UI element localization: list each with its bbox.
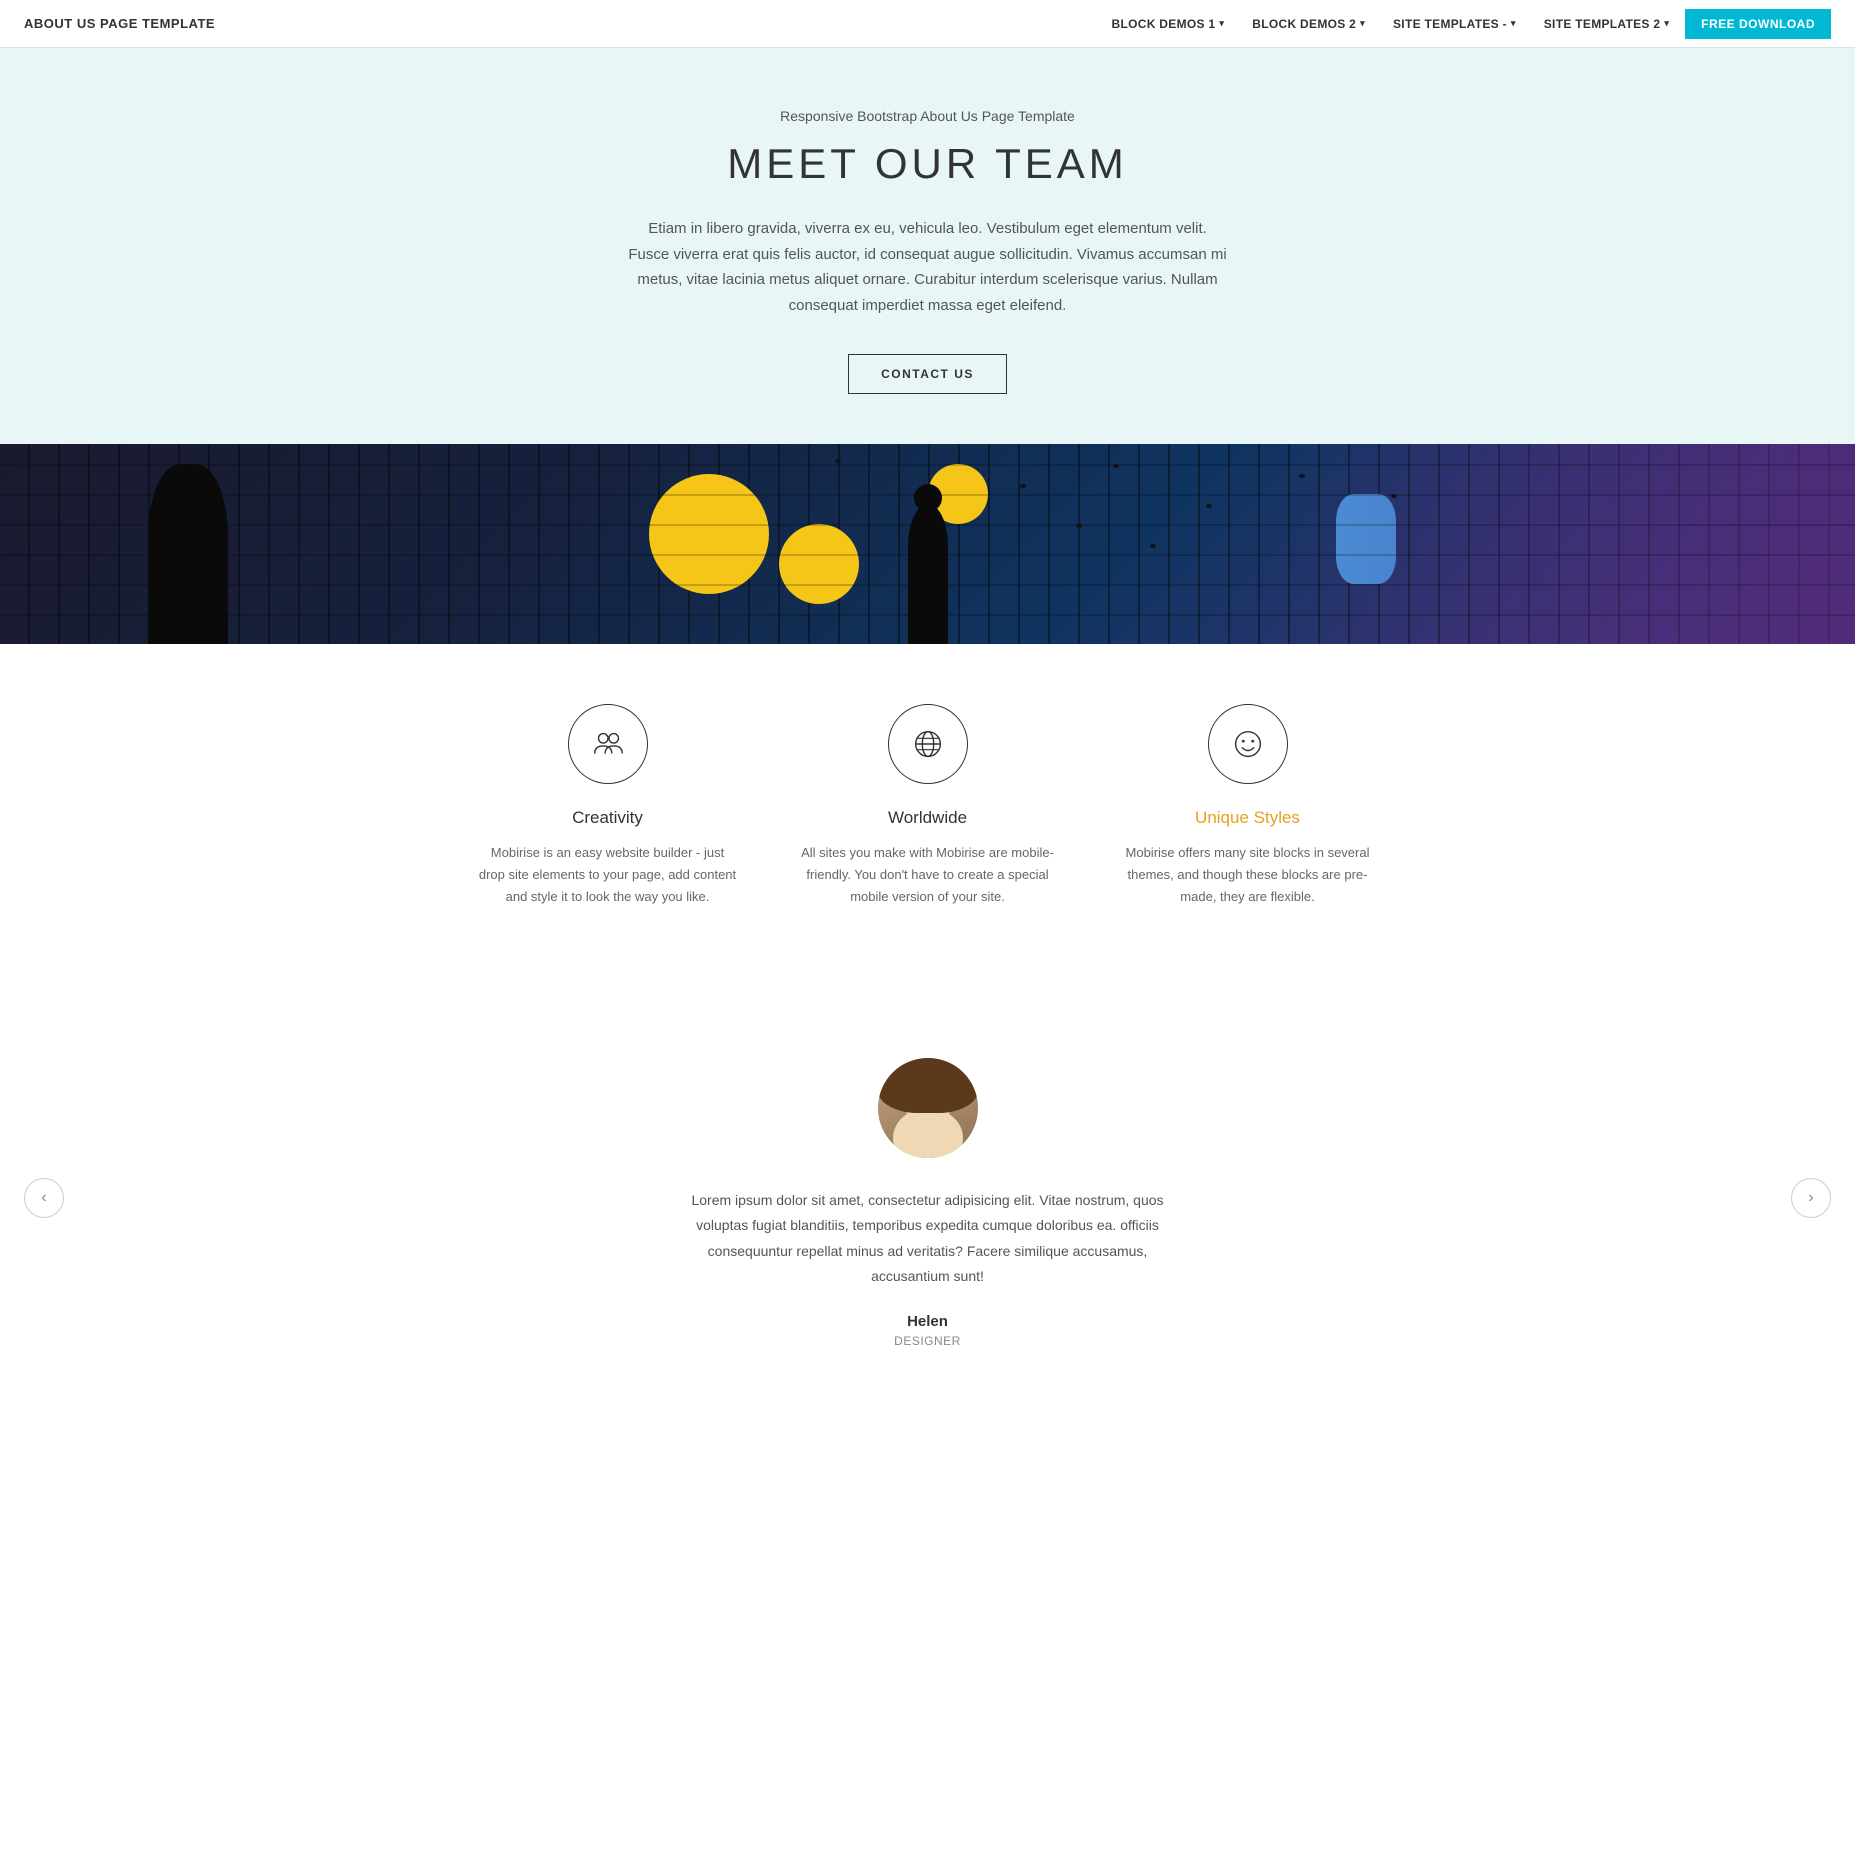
- unique-styles-description: Mobirise offers many site blocks in seve…: [1118, 842, 1378, 908]
- blob-yellow-1: [649, 474, 769, 594]
- nav-site-templates-2[interactable]: SITE TEMPLATES 2 ▾: [1532, 0, 1681, 48]
- testimonial-avatar: [878, 1058, 978, 1158]
- nav-block-demos-1[interactable]: BLOCK DEMOS 1 ▾: [1100, 0, 1237, 48]
- avatar-art: [878, 1058, 978, 1158]
- hero-description: Etiam in libero gravida, viverra ex eu, …: [628, 216, 1228, 318]
- navbar-brand: ABOUT US PAGE TEMPLATE: [24, 16, 215, 31]
- testimonial-next-button[interactable]: ›: [1791, 1178, 1831, 1218]
- creativity-title: Creativity: [478, 808, 738, 828]
- scatter-dot: [1391, 494, 1397, 498]
- purple-tint: [1299, 444, 1855, 644]
- creativity-description: Mobirise is an easy website builder - ju…: [478, 842, 738, 908]
- creativity-icon-container: [568, 704, 648, 784]
- scatter-dot: [1020, 484, 1026, 488]
- testimonial-prev-button[interactable]: ‹: [24, 1178, 64, 1218]
- worldwide-description: All sites you make with Mobirise are mob…: [798, 842, 1058, 908]
- scatter-dot: [1206, 504, 1212, 508]
- feature-worldwide: Worldwide All sites you make with Mobiri…: [798, 704, 1058, 908]
- nav-block-demos-2[interactable]: BLOCK DEMOS 2 ▾: [1240, 0, 1377, 48]
- caret-icon: ▾: [1360, 18, 1365, 29]
- caret-icon: ▾: [1511, 18, 1516, 29]
- caret-icon: ▾: [1664, 18, 1669, 29]
- free-download-button[interactable]: FREE DOWNLOAD: [1685, 9, 1831, 39]
- scatter-dot: [1150, 544, 1156, 548]
- features-grid: Creativity Mobirise is an easy website b…: [478, 704, 1378, 908]
- navbar: ABOUT US PAGE TEMPLATE BLOCK DEMOS 1 ▾ B…: [0, 0, 1855, 48]
- banner-art: [0, 444, 1855, 644]
- smiley-icon: [1229, 725, 1267, 763]
- features-section: Creativity Mobirise is an easy website b…: [0, 644, 1855, 978]
- creativity-icon: [589, 725, 627, 763]
- blob-blue-1: [1336, 494, 1396, 584]
- scatter-dot: [1076, 524, 1082, 528]
- blob-yellow-2: [779, 524, 859, 604]
- silhouette-center: [908, 504, 948, 644]
- unique-styles-title: Unique Styles: [1118, 808, 1378, 828]
- worldwide-icon-container: [888, 704, 968, 784]
- silhouette-left: [148, 464, 228, 644]
- scatter-dot: [835, 459, 841, 463]
- avatar-hair: [878, 1058, 978, 1113]
- testimonial-name: Helen: [20, 1313, 1835, 1330]
- caret-icon: ▾: [1219, 18, 1224, 29]
- navbar-nav: BLOCK DEMOS 1 ▾ BLOCK DEMOS 2 ▾ SITE TEM…: [1100, 0, 1832, 48]
- testimonial-section: Lorem ipsum dolor sit amet, consectetur …: [0, 978, 1855, 1418]
- unique-styles-icon-container: [1208, 704, 1288, 784]
- contact-us-button[interactable]: CONTACT US: [848, 354, 1007, 394]
- nav-site-templates-1[interactable]: SITE TEMPLATES - ▾: [1381, 0, 1528, 48]
- hero-title: MEET OUR TEAM: [20, 140, 1835, 188]
- scatter-dot: [1299, 474, 1305, 478]
- worldwide-title: Worldwide: [798, 808, 1058, 828]
- feature-creativity: Creativity Mobirise is an easy website b…: [478, 704, 738, 908]
- testimonial-role: DESIGNER: [20, 1334, 1835, 1348]
- image-banner: [0, 444, 1855, 644]
- hero-subtitle: Responsive Bootstrap About Us Page Templ…: [20, 108, 1835, 124]
- worldwide-icon: [909, 725, 947, 763]
- testimonial-text: Lorem ipsum dolor sit amet, consectetur …: [688, 1188, 1168, 1289]
- hero-section: Responsive Bootstrap About Us Page Templ…: [0, 48, 1855, 444]
- feature-unique-styles: Unique Styles Mobirise offers many site …: [1118, 704, 1378, 908]
- scatter-dot: [1113, 464, 1119, 468]
